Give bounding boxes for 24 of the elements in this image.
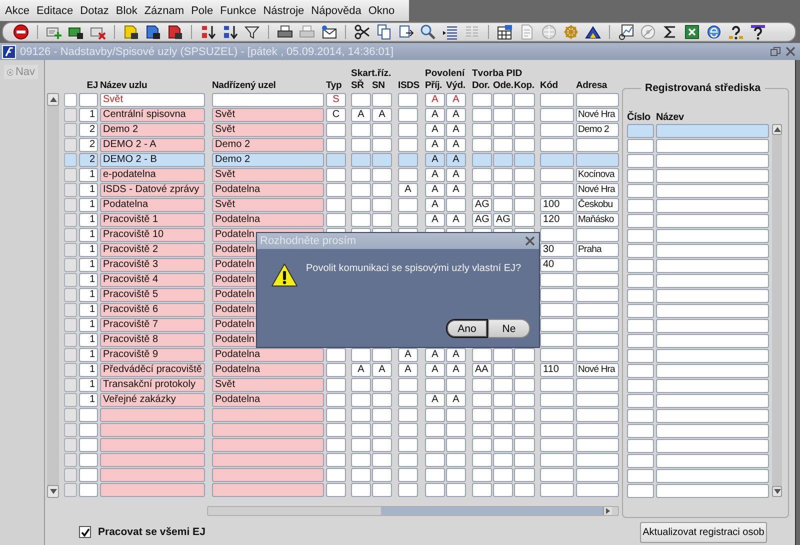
- column-header: Kód: [540, 80, 559, 93]
- column-header: Ode.: [493, 80, 514, 93]
- column-header: Výd.: [446, 80, 466, 93]
- column-header: SŘ: [351, 80, 365, 93]
- dialog-title: Rozhodněte prosím: [260, 235, 356, 247]
- column-group-header: Skart.říz.: [351, 68, 392, 80]
- column-header: SN: [372, 80, 386, 93]
- column-header: Kop.: [514, 80, 536, 93]
- window-title: 09126 - Nadstavby/Spisové uzly (SPSUZEL) - [pátek , 05.09.2014, 14:36:01]: [20, 46, 394, 58]
- column-group-header: Povolení: [425, 68, 466, 80]
- checkbox-label: Pracovat se všemi EJ: [98, 526, 206, 538]
- column-header: Typ: [326, 80, 343, 93]
- dialog-message: Povolit komunikaci se spisovými uzly vlastní EJ?: [306, 262, 522, 274]
- column-header: Číslo: [627, 112, 652, 125]
- column-header: Nadřízený uzel: [212, 80, 277, 93]
- column-header: EJ: [86, 80, 99, 93]
- column-header: Příj.: [425, 80, 443, 93]
- column-group-header: Tvorba PID: [472, 68, 524, 80]
- column-header: Dor.: [472, 80, 491, 93]
- column-header: Název uzlu: [100, 80, 148, 93]
- column-header: Adresa: [576, 80, 608, 93]
- panel-title: Registrovaná střediska: [644, 82, 762, 94]
- column-header: ISDS: [398, 80, 420, 93]
- column-header: Název: [656, 112, 685, 125]
